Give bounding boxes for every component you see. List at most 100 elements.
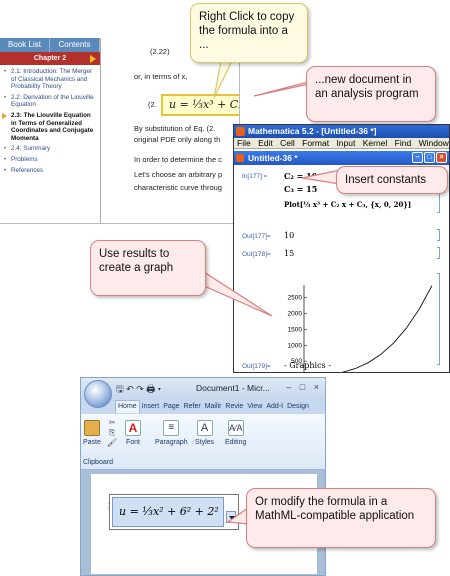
document-title: Document1 - Micr... <box>196 383 270 393</box>
font-icon: A <box>125 420 141 436</box>
menu-cell[interactable]: Cell <box>280 138 295 148</box>
table-of-contents: 2.1: Introduction: The Merger of Classic… <box>0 65 100 174</box>
callout-new-document: ...new document in an analysis program <box>306 66 436 122</box>
y-tick-label: 1500 <box>288 326 303 333</box>
toc-item-current[interactable]: 2.3: The Liouville Equation in Terms of … <box>2 112 98 142</box>
tab-page[interactable]: Page <box>161 400 181 414</box>
text-line: or, in terms of x, <box>134 72 188 81</box>
clipboard-icon <box>83 420 100 436</box>
mathematica-titlebar: Mathematica 5.2 - [Untitled-36 *] <box>234 125 449 138</box>
ebook-content: (2.22) or, in terms of x, (2. u = ⅓x³ + … <box>108 38 239 223</box>
text-line: Let's choose an arbitrary p <box>134 170 223 179</box>
text-line: original PDE only along th <box>134 135 221 144</box>
clipboard-tools[interactable]: ✂ ⎘ 🖌 <box>107 418 117 448</box>
menu-input[interactable]: Input <box>336 138 355 148</box>
menu-window[interactable]: Window <box>419 138 449 148</box>
y-tick-label: 1000 <box>288 342 303 349</box>
notebook-titlebar: Untitled-36 * – □ × <box>234 151 449 165</box>
styles-icon: A <box>196 420 213 436</box>
tab-insert[interactable]: Insert <box>140 400 162 414</box>
y-tick-label: 2500 <box>288 295 303 302</box>
app-title: Mathematica 5.2 - [Untitled-36 *] <box>248 126 377 136</box>
cell-bracket[interactable] <box>437 247 440 259</box>
toc-item[interactable]: References <box>2 167 98 175</box>
menu-file[interactable]: File <box>237 138 251 148</box>
chapter-header[interactable]: Chapter 2 <box>0 52 100 65</box>
callout-copy: Right Click to copy the formula into a .… <box>190 3 308 63</box>
notebook-title: Untitled-36 * <box>248 153 298 163</box>
input-cell[interactable]: C₃ = 15 <box>284 184 317 194</box>
tab-home[interactable]: Home <box>115 400 140 413</box>
tab-addins[interactable]: Add-I <box>264 400 285 414</box>
toc-item[interactable]: Problems <box>2 156 98 164</box>
paste-button[interactable]: Paste <box>83 420 101 446</box>
styles-group[interactable]: A Styles <box>195 420 214 446</box>
output-cell: - Graphics - <box>284 361 331 370</box>
cell-label: In[177]:= <box>242 173 268 180</box>
toc-item[interactable]: 2.2: Derivation of the Liouville Equatio… <box>2 94 98 109</box>
tab-contents[interactable]: Contents <box>50 38 100 52</box>
equation-container[interactable]: u = ⅓x² + 6² + 2² <box>109 494 239 530</box>
close-icon[interactable]: × <box>436 152 447 163</box>
equation-dropdown-icon[interactable] <box>226 511 236 523</box>
text-line: In order to determine the c <box>134 155 222 164</box>
tab-design[interactable]: Design <box>285 400 311 414</box>
paste-label: Paste <box>83 439 101 446</box>
text-line: By substitution of Eq. (2. <box>134 124 216 133</box>
output-cell: 10 <box>284 231 295 240</box>
callout-modify-formula: Or modify the formula in a MathML-compat… <box>246 488 436 548</box>
maximize-icon[interactable]: □ <box>424 152 435 163</box>
tab-mailings[interactable]: Mailir <box>203 400 224 414</box>
equation-number: (2.22) <box>150 47 170 56</box>
window-controls[interactable]: – □ × <box>286 382 322 392</box>
callout-insert-constants: Insert constants <box>336 166 448 194</box>
notebook-body: In[177]:= C₂ = 10 C₃ = 15 Plot[⅓ x³ + C₂… <box>234 165 449 373</box>
editing-group[interactable]: A⁄A Editing <box>225 420 246 446</box>
ebook-sidebar: Book List Contents Chapter 2 2.1: Introd… <box>0 38 101 223</box>
quick-access-toolbar[interactable]: 🖫 ↶ ↷ 🖨 ▾ <box>116 382 161 398</box>
tab-book-list[interactable]: Book List <box>0 38 50 52</box>
equation-field[interactable]: u = ⅓x² + 6² + 2² <box>112 497 224 527</box>
chapter-arrow-icon[interactable] <box>90 55 96 63</box>
plot-graphic[interactable]: 5 10 15 205001000150020002500 <box>276 281 436 373</box>
minimize-icon[interactable]: – <box>412 152 423 163</box>
output-cell: 15 <box>284 249 295 258</box>
menu-find[interactable]: Find <box>395 138 412 148</box>
paragraph-group[interactable]: ≡ Paragraph <box>155 420 188 446</box>
mathematica-window: Mathematica 5.2 - [Untitled-36 *] File E… <box>233 124 450 373</box>
toc-item[interactable]: 2.4: Summary <box>2 145 98 153</box>
tab-references[interactable]: Refer <box>182 400 203 414</box>
word-titlebar: 🖫 ↶ ↷ 🖨 ▾ Document1 - Micr... – □ × <box>81 378 325 400</box>
toc-item[interactable]: 2.1: Introduction: The Merger of Classic… <box>2 68 98 91</box>
editing-icon: A⁄A <box>227 420 244 436</box>
cell-label: Out[178]= <box>242 251 271 258</box>
formula-label: (2. <box>148 100 157 109</box>
cell-bracket[interactable] <box>437 229 440 241</box>
callout-create-graph: Use results to create a graph <box>90 240 206 296</box>
tab-review[interactable]: Revie <box>223 400 245 414</box>
plot-curve <box>341 285 433 372</box>
editing-label: Editing <box>225 439 247 446</box>
styles-label: Styles <box>195 439 215 446</box>
text-line: characteristic curve throug <box>134 183 222 192</box>
paragraph-icon: ≡ <box>163 420 180 436</box>
chapter-title: Chapter 2 <box>33 55 67 62</box>
ebook-window: Book List Contents Chapter 2 2.1: Introd… <box>0 38 240 224</box>
font-group[interactable]: A Font <box>125 420 141 446</box>
menu-kernel[interactable]: Kernel <box>363 138 388 148</box>
mathematica-logo-icon <box>236 127 245 136</box>
menu-format[interactable]: Format <box>302 138 329 148</box>
cell-label: Out[177]= <box>242 233 271 240</box>
cell-label: Out[179]= <box>242 363 271 370</box>
input-cell[interactable]: C₂ = 10 <box>284 171 317 181</box>
tab-view[interactable]: View <box>245 400 264 414</box>
y-tick-label: 2000 <box>288 311 303 318</box>
selected-formula[interactable]: u = ⅓x³ + C₂x + C₃ <box>161 94 239 116</box>
ribbon-tabs: Home Insert Page Refer Mailir Revie View Add-I D… <box>81 400 325 414</box>
input-cell[interactable]: Plot[⅓ x³ + C₂ x + C₃, {x, 0, 20}] <box>284 200 411 209</box>
clipboard-group-label: Clipboard <box>83 459 113 466</box>
office-button-icon[interactable] <box>84 380 112 408</box>
menu-edit[interactable]: Edit <box>258 138 273 148</box>
ribbon: Paste ✂ ⎘ 🖌 A Font ≡ Paragraph A Styles A⁄… <box>81 414 325 470</box>
cell-bracket[interactable] <box>437 273 440 365</box>
